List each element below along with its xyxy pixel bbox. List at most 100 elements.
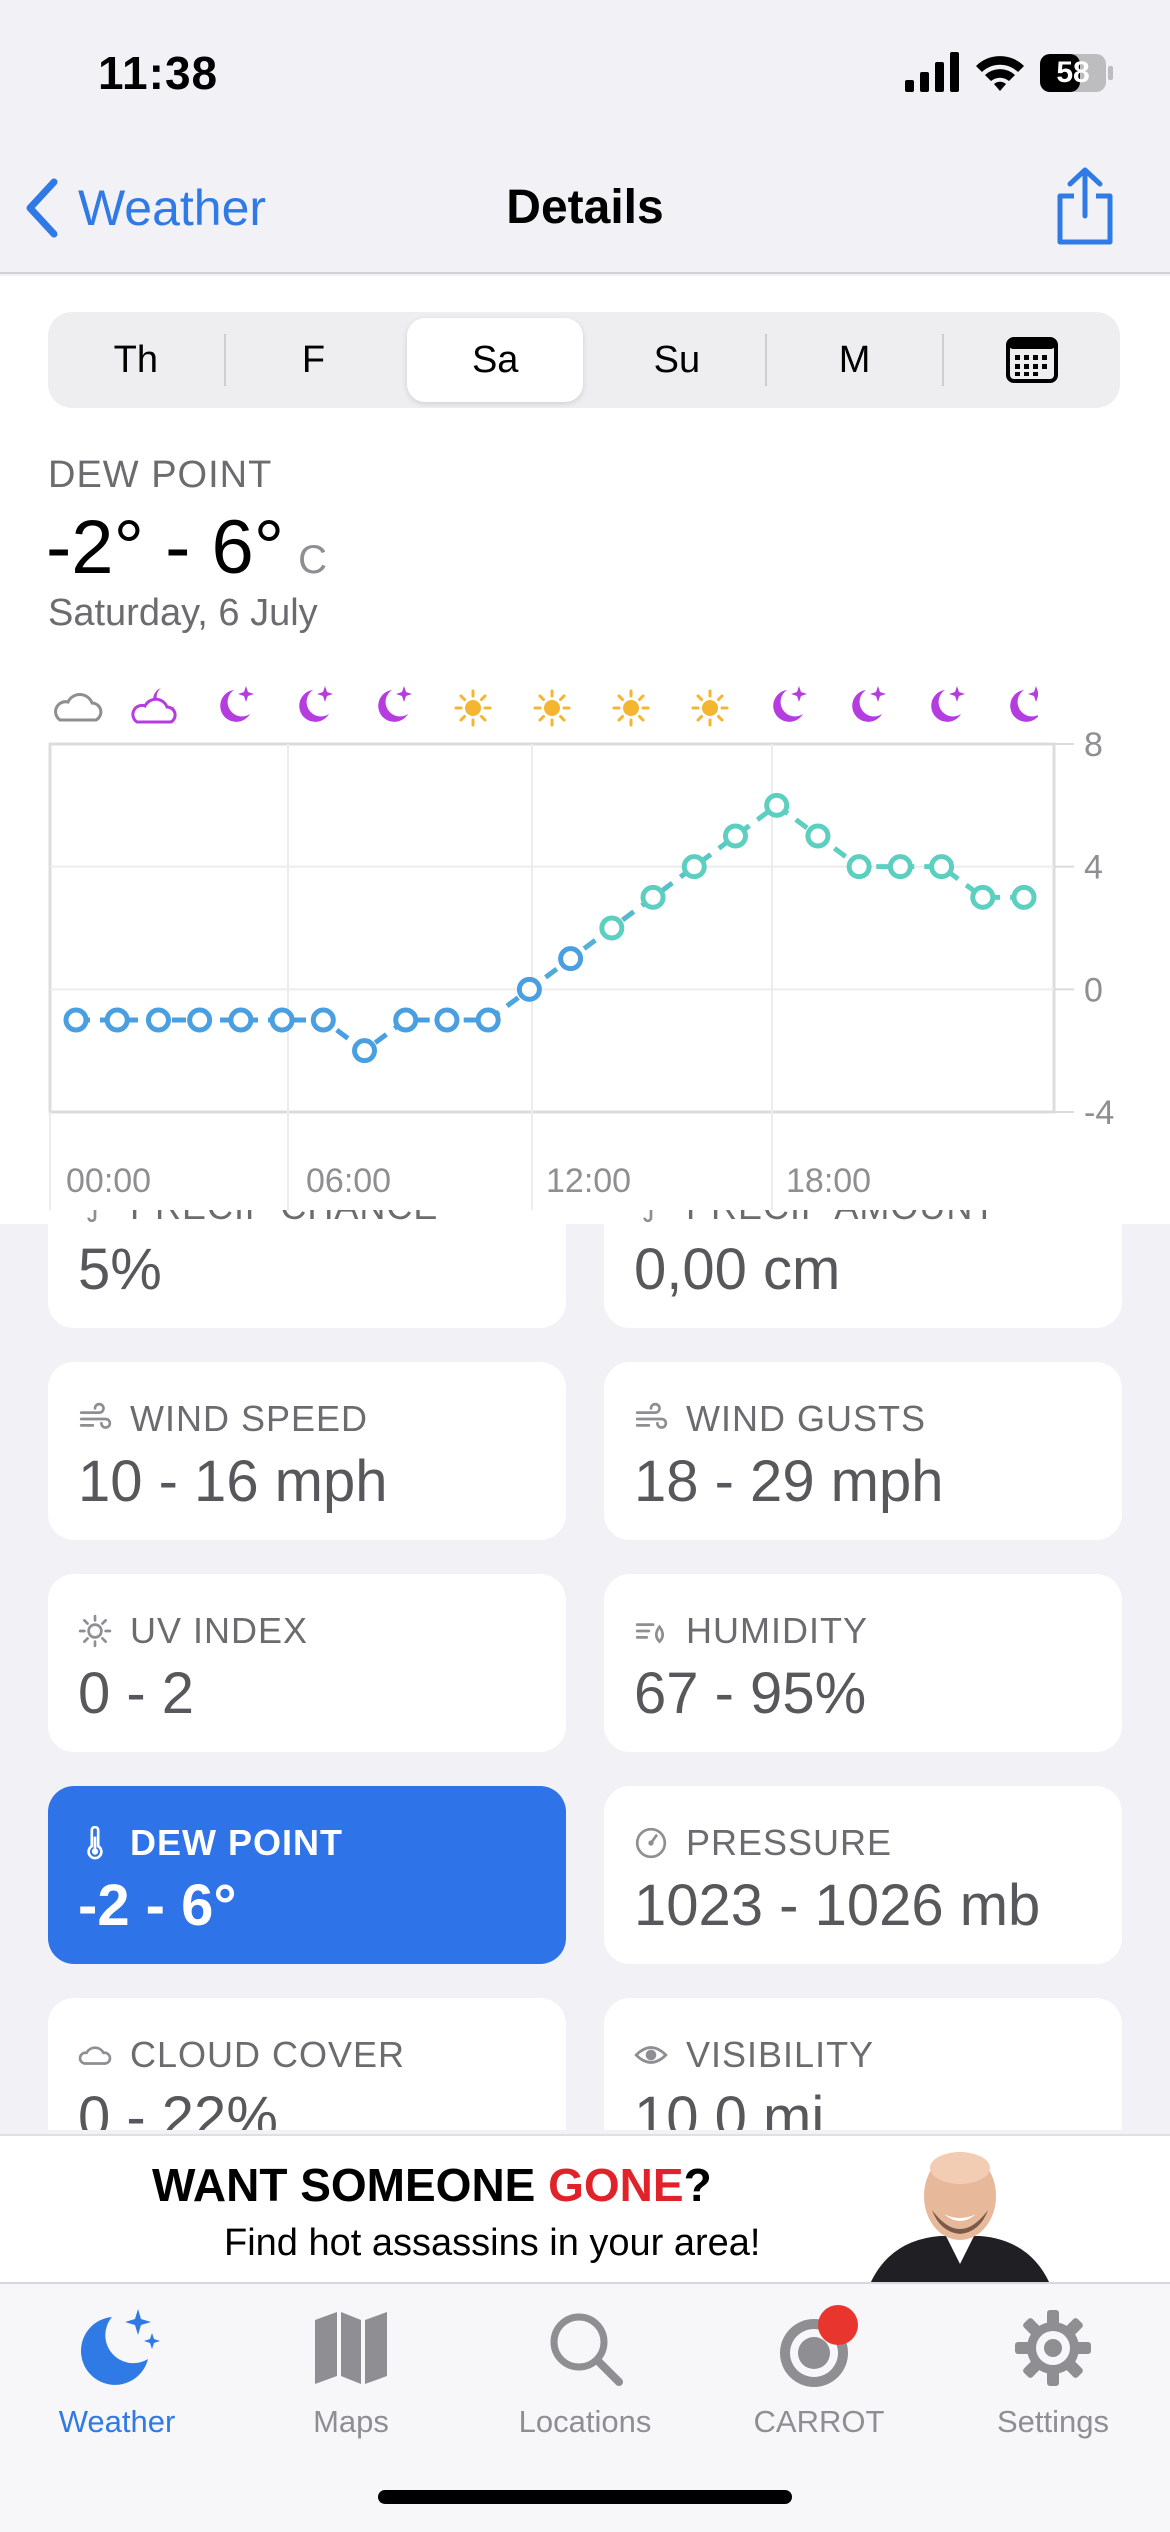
ad-banner[interactable]: WANT SOMEONE GONE? Find hot assassins in… [0,2134,1170,2284]
moon-stars-icon [220,686,254,722]
x-tick-label: 12:00 [546,1162,631,1200]
card-cloud-cover[interactable]: CLOUD COVER 0 - 22% [48,1998,566,2130]
cloud-moon-icon [131,688,177,724]
eye-icon [634,2046,668,2064]
card-value: 10,0 mi [634,2085,825,2130]
card-label-text: WIND GUSTS [686,1398,926,1439]
card-value: -2 - 6° [78,1873,237,1938]
data-point [722,823,748,849]
card-label: WIND SPEED [78,1398,368,1440]
y-tick-label: 4 [1084,849,1103,887]
card-label: DEW POINT [78,1822,343,1864]
status-bar: 11:38 58 [0,0,1170,140]
data-point [970,884,996,910]
tab-maps[interactable]: Maps [234,2298,468,2448]
selected-date: Saturday, 6 July [48,592,318,634]
sun-icon [78,1614,112,1648]
data-point [1011,884,1037,910]
tab-settings[interactable]: Settings [936,2298,1170,2448]
day-tab-sunday[interactable]: Su [589,312,765,408]
card-precip-amount[interactable]: PRECIP AMOUNT 0,00 cm [604,1210,1122,1328]
card-label: UV INDEX [78,1610,308,1652]
metric-label: DEW POINT [48,454,273,496]
ad-title: WANT SOMEONE GONE? [152,2159,712,2211]
card-value: 0 - 22% [78,2085,278,2130]
moon-stars-icon [773,686,807,722]
data-point [764,792,790,818]
thermometer-icon [87,1826,103,1860]
wind-icon [79,1402,112,1429]
card-value: 0,00 cm [634,1237,841,1302]
data-point [929,854,955,880]
day-tab-friday[interactable]: F [226,312,402,408]
chart-frame [48,742,1056,1114]
data-point [846,854,872,880]
cellular-signal-icon [905,52,959,92]
gear-icon [1015,2310,1091,2386]
unit-label: C [298,538,328,582]
home-indicator [378,2490,792,2504]
data-point [104,1007,130,1033]
card-humidity[interactable]: HUMIDITY 67 - 95% [604,1574,1122,1752]
card-label: PRESSURE [634,1822,892,1864]
umbrella-icon [643,1210,653,1223]
moon-stars-icon [1010,686,1038,722]
x-tick-label: 18:00 [786,1162,871,1200]
sun-icon [533,689,571,727]
data-point [599,915,625,941]
y-tick-label: 0 [1084,971,1103,1009]
moon-stars-icon [931,686,965,722]
card-label-text: PRECIP CHANCE [130,1210,438,1228]
ad-subtitle: Find hot assassins in your area! [224,2222,761,2264]
moon-stars-icon [299,686,333,722]
card-label: PRECIP AMOUNT [634,1210,996,1228]
card-value: 18 - 29 mph [634,1449,944,1514]
cloud-icon [54,692,103,722]
data-point [475,1007,501,1033]
sun-icon [612,689,650,727]
card-label-text: VISIBILITY [686,2034,875,2075]
status-time: 11:38 [98,47,219,99]
card-dew-point[interactable]: DEW POINT -2 - 6° [48,1786,566,1964]
card-label-text: HUMIDITY [686,1610,868,1651]
card-wind-speed[interactable]: WIND SPEED 10 - 16 mph [48,1362,566,1540]
carrot-icon [780,2305,858,2387]
day-tab-saturday[interactable]: Sa [407,318,584,402]
card-precip-chance[interactable]: PRECIP CHANCE 5% [48,1210,566,1328]
tab-locations[interactable]: Locations [468,2298,702,2448]
card-wind-gusts[interactable]: WIND GUSTS 18 - 29 mph [604,1362,1122,1540]
card-value: 5% [78,1237,162,1302]
card-value: 67 - 95% [634,1661,867,1726]
card-label: PRECIP CHANCE [78,1210,438,1228]
dew-point-chart: 00:00 06:00 12:00 18:00 8 4 0 -4 [48,732,1114,1210]
detail-panel: Th F Sa Su M DEW POINT -2° - 6° C Saturda… [0,276,1170,1224]
card-label: VISIBILITY [634,2034,874,2076]
data-point [805,823,831,849]
card-visibility[interactable]: VISIBILITY 10,0 mi [604,1998,1122,2130]
calendar-button[interactable] [944,312,1120,408]
search-icon [550,2313,623,2386]
card-pressure[interactable]: PRESSURE 1023 - 1026 mb [604,1786,1122,1964]
tab-carrot[interactable]: CARROT [702,2298,936,2448]
data-point [269,1007,295,1033]
data-point [393,1007,419,1033]
data-point [887,854,913,880]
moon-stars-icon [80,2309,160,2385]
x-tick-label: 06:00 [306,1162,391,1200]
card-uv-index[interactable]: UV INDEX 0 - 2 [48,1574,566,1752]
day-tab-thursday[interactable]: Th [48,312,224,408]
data-point [434,1007,460,1033]
data-point [228,1007,254,1033]
tab-weather[interactable]: Weather [0,2298,234,2448]
calendar-icon [1006,337,1059,383]
wind-icon [635,1402,668,1429]
data-point [640,884,666,910]
day-tab-monday[interactable]: M [767,312,943,408]
moon-stars-icon [852,686,886,722]
humidity-icon [635,1623,665,1644]
data-point [145,1007,171,1033]
umbrella-icon [87,1210,97,1223]
x-tick-label: 00:00 [66,1162,151,1200]
share-icon[interactable] [1052,166,1118,246]
card-label-text: WIND SPEED [130,1398,369,1439]
